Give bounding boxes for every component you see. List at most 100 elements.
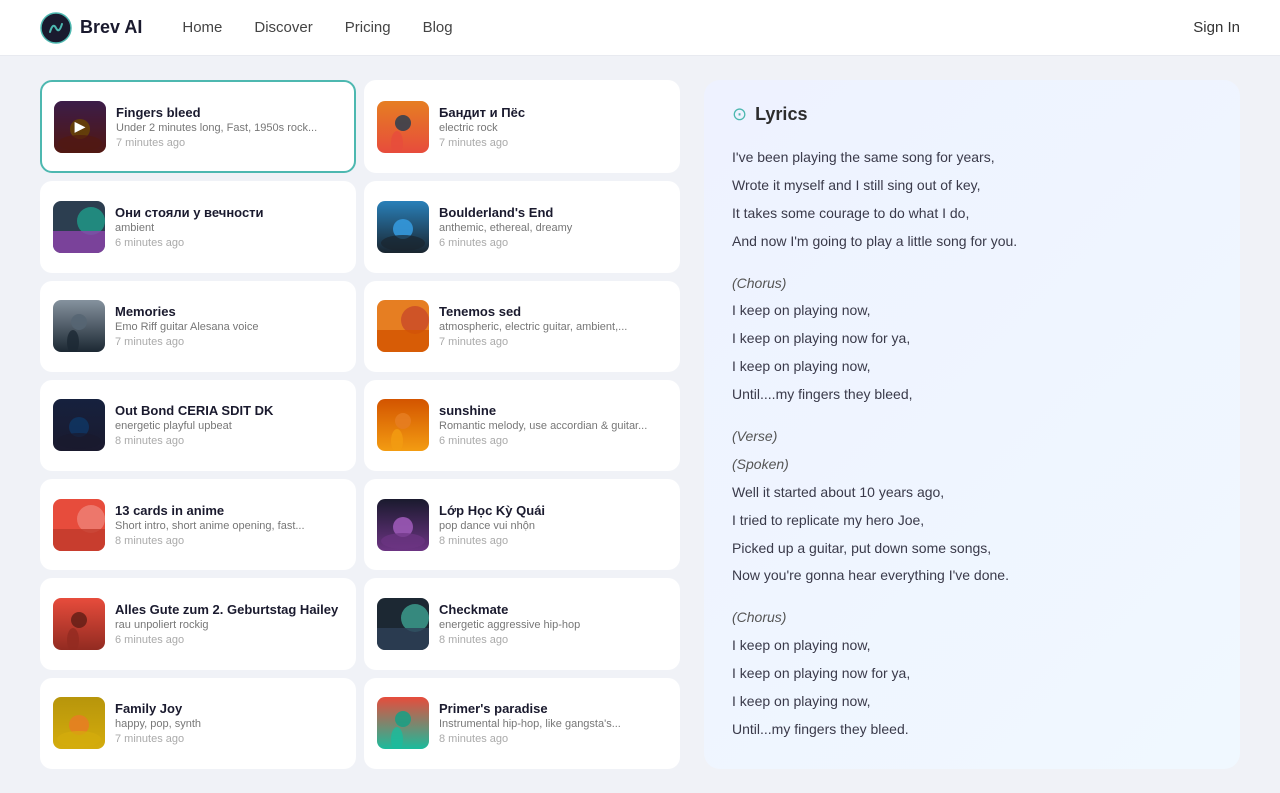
song-title: Fingers bleed: [116, 105, 342, 120]
song-info: Out Bond CERIA SDIT DK energetic playful …: [115, 403, 343, 447]
lyrics-line: I tried to replicate my hero Joe,: [732, 508, 1212, 534]
song-info: MemoriesEmo Riff guitar Alesana voice7 m…: [115, 304, 343, 348]
play-overlay: ▶: [54, 101, 106, 153]
song-desc: atmospheric, electric guitar, ambient,..…: [439, 321, 667, 333]
song-card[interactable]: Primer's paradise Instrumental hip-hop, l…: [364, 678, 680, 769]
album-art: [377, 101, 429, 153]
song-card[interactable]: Family Joyhappy, pop, synth7 minutes ago: [40, 678, 356, 769]
song-time: 8 minutes ago: [115, 535, 343, 547]
sign-in-button[interactable]: Sign In: [1193, 19, 1240, 36]
song-desc: Romantic melody, use accordian & guitar.…: [439, 420, 667, 432]
song-card[interactable]: Tenemos sed atmospheric, electric guitar,…: [364, 281, 680, 372]
nav-blog[interactable]: Blog: [423, 19, 453, 36]
song-card[interactable]: ▶ Fingers bleed Under 2 minutes long, Fast…: [40, 80, 356, 173]
song-title: Lớp Học Kỳ Quái: [439, 503, 667, 518]
nav-pricing[interactable]: Pricing: [345, 19, 391, 36]
song-time: 6 minutes ago: [115, 634, 343, 646]
nav-home[interactable]: Home: [182, 19, 222, 36]
lyrics-line: Until....my fingers they bleed,: [732, 382, 1212, 408]
main-content: ▶ Fingers bleed Under 2 minutes long, Fast…: [0, 56, 1280, 793]
album-art: [377, 300, 429, 352]
song-title: sunshine: [439, 403, 667, 418]
song-title: Они стояли у вечности: [115, 205, 343, 220]
lyrics-spacer: [732, 257, 1212, 271]
lyrics-header: ⊙ Lyrics: [732, 104, 1212, 125]
song-time: 7 minutes ago: [116, 137, 342, 149]
album-art: [53, 697, 105, 749]
lyrics-line: I keep on playing now,: [732, 689, 1212, 715]
song-title: 13 cards in anime: [115, 503, 343, 518]
lyrics-label: (Verse): [732, 424, 1212, 450]
logo[interactable]: Brev AI: [40, 12, 142, 44]
nav-links: Home Discover Pricing Blog: [182, 19, 1193, 36]
song-desc: energetic aggressive hip-hop: [439, 619, 667, 631]
song-info: Primer's paradise Instrumental hip-hop, l…: [439, 701, 667, 745]
song-info: Lớp Học Kỳ Quáipop dance vui nhộn8 minut…: [439, 503, 667, 547]
song-info: Бандит и Пёс electric rock 7 minutes ago: [439, 105, 667, 149]
song-time: 8 minutes ago: [439, 634, 667, 646]
lyrics-spacer: [732, 591, 1212, 605]
song-card[interactable]: Lớp Học Kỳ Quáipop dance vui nhộn8 minut…: [364, 479, 680, 570]
song-card[interactable]: MemoriesEmo Riff guitar Alesana voice7 m…: [40, 281, 356, 372]
song-title: Memories: [115, 304, 343, 319]
lyrics-line: I've been playing the same song for year…: [732, 145, 1212, 171]
song-title: Boulderland's End: [439, 205, 667, 220]
album-art: [53, 598, 105, 650]
song-card[interactable]: Checkmate energetic aggressive hip-hop 8 m…: [364, 578, 680, 669]
song-desc: energetic playful upbeat: [115, 420, 343, 432]
logo-text: Brev AI: [80, 17, 142, 38]
lyrics-line: Until...my fingers they bleed.: [732, 717, 1212, 743]
song-desc: Instrumental hip-hop, like gangsta's...: [439, 718, 667, 730]
song-time: 8 minutes ago: [439, 535, 667, 547]
song-info: Alles Gute zum 2. Geburtstag Haileyrau u…: [115, 602, 343, 646]
lyrics-icon: ⊙: [732, 104, 747, 125]
lyrics-line: Now you're gonna hear everything I've do…: [732, 563, 1212, 589]
song-info: Они стояли у вечностиambient6 minutes ag…: [115, 205, 343, 249]
song-desc: Short intro, short anime opening, fast..…: [115, 520, 343, 532]
song-title: Primer's paradise: [439, 701, 667, 716]
lyrics-line: I keep on playing now for ya,: [732, 326, 1212, 352]
song-card[interactable]: Они стояли у вечностиambient6 minutes ag…: [40, 181, 356, 272]
song-title: Family Joy: [115, 701, 343, 716]
lyrics-label: (Chorus): [732, 271, 1212, 297]
album-art: [377, 598, 429, 650]
lyrics-line: Wrote it myself and I still sing out of …: [732, 173, 1212, 199]
song-card[interactable]: sunshine Romantic melody, use accordian &…: [364, 380, 680, 471]
song-time: 6 minutes ago: [115, 237, 343, 249]
song-time: 7 minutes ago: [439, 137, 667, 149]
song-title: Tenemos sed: [439, 304, 667, 319]
album-art: [53, 499, 105, 551]
song-card[interactable]: Out Bond CERIA SDIT DK energetic playful …: [40, 380, 356, 471]
song-time: 7 minutes ago: [439, 336, 667, 348]
song-desc: Under 2 minutes long, Fast, 1950s rock..…: [116, 122, 342, 134]
song-list: ▶ Fingers bleed Under 2 minutes long, Fast…: [40, 80, 680, 769]
album-art: [53, 300, 105, 352]
song-desc: happy, pop, synth: [115, 718, 343, 730]
lyrics-line: Well it started about 10 years ago,: [732, 480, 1212, 506]
song-card[interactable]: Boulderland's Endanthemic, ethereal, dre…: [364, 181, 680, 272]
song-title: Бандит и Пёс: [439, 105, 667, 120]
album-art: [53, 201, 105, 253]
nav-discover[interactable]: Discover: [254, 19, 312, 36]
lyrics-body: I've been playing the same song for year…: [732, 145, 1212, 743]
album-art: [377, 499, 429, 551]
song-card[interactable]: 13 cards in anime Short intro, short anim…: [40, 479, 356, 570]
lyrics-spacer: [732, 410, 1212, 424]
lyrics-line: I keep on playing now,: [732, 633, 1212, 659]
song-time: 6 minutes ago: [439, 435, 667, 447]
song-info: Fingers bleed Under 2 minutes long, Fast,…: [116, 105, 342, 149]
lyrics-line: It takes some courage to do what I do,: [732, 201, 1212, 227]
lyrics-line: I keep on playing now,: [732, 354, 1212, 380]
song-title: Checkmate: [439, 602, 667, 617]
navbar: Brev AI Home Discover Pricing Blog Sign …: [0, 0, 1280, 56]
song-info: Family Joyhappy, pop, synth7 minutes ago: [115, 701, 343, 745]
song-info: Checkmate energetic aggressive hip-hop 8 m…: [439, 602, 667, 646]
song-card[interactable]: Alles Gute zum 2. Geburtstag Haileyrau u…: [40, 578, 356, 669]
logo-icon: [40, 12, 72, 44]
song-title: Out Bond CERIA SDIT DK: [115, 403, 343, 418]
song-info: Boulderland's Endanthemic, ethereal, dre…: [439, 205, 667, 249]
song-card[interactable]: Бандит и Пёс electric rock 7 minutes ago: [364, 80, 680, 173]
song-time: 7 minutes ago: [115, 336, 343, 348]
song-desc: electric rock: [439, 122, 667, 134]
song-time: 6 minutes ago: [439, 237, 667, 249]
